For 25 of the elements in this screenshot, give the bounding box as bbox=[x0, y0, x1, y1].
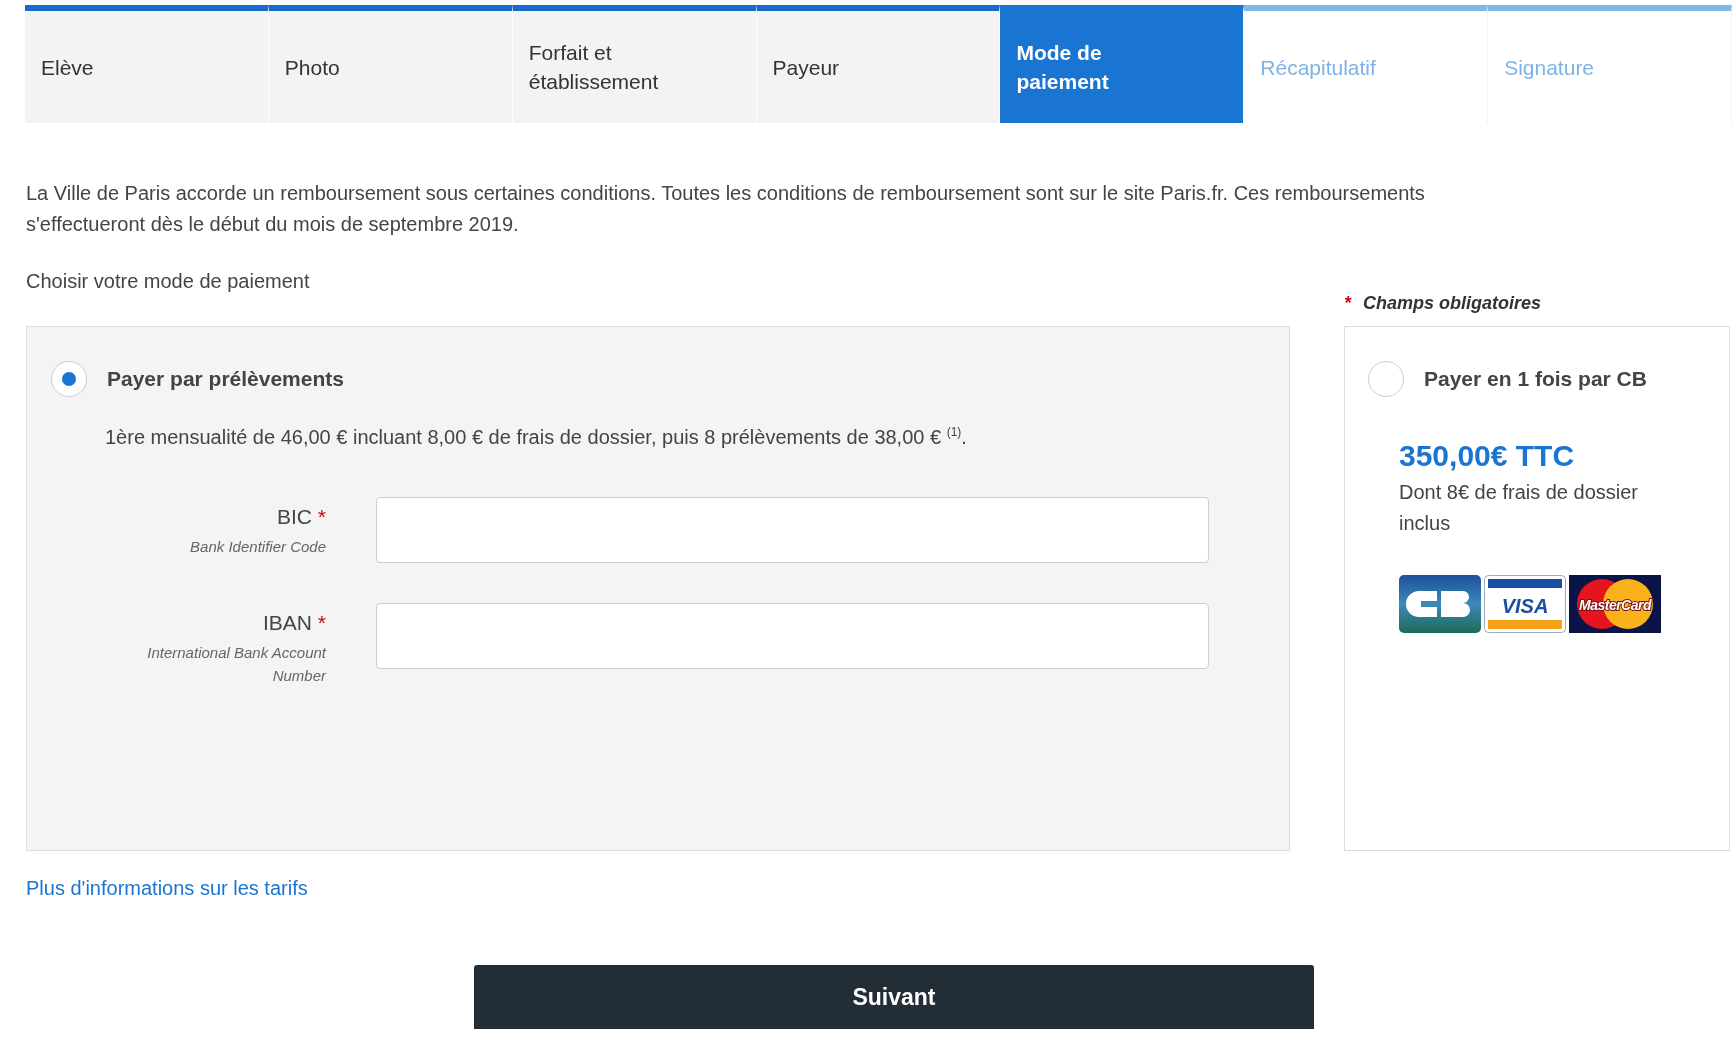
tariffs-link[interactable]: Plus d'informations sur les tarifs bbox=[26, 877, 308, 900]
input-field[interactable] bbox=[376, 602, 1209, 669]
visa-card-logo: VISA bbox=[1484, 575, 1566, 633]
step-tab[interactable]: Photo bbox=[268, 5, 513, 123]
info-paragraph: La Ville de Paris accorde un remboursement sous certaines conditions. Toutes les conditions de remboursement sont sur le site Paris.fr. Ces remboursements s'effectueront dès le début du mois de septembre 2019. bbox=[26, 181, 1426, 237]
radio-button[interactable] bbox=[51, 361, 87, 397]
field-hint: International Bank Account Number bbox=[146, 642, 326, 686]
field-hint: Bank Identifier Code bbox=[189, 536, 326, 557]
radio-button[interactable] bbox=[1368, 361, 1404, 397]
price-note: Dont 8€ de frais de dossier inclus bbox=[1399, 480, 1640, 536]
field-label: BIC * bbox=[276, 503, 326, 529]
field-label: IBAN * bbox=[262, 609, 326, 635]
input-field[interactable] bbox=[376, 496, 1209, 563]
installment-details: 1ère mensualité de 46,00 € incluant 8,00 € de frais de dossier, puis 8 prélèvements de 38,00 € $^{(1)}$. bbox=[105, 425, 968, 449]
step-tab[interactable]: Payeur bbox=[756, 5, 1001, 123]
option-label: Payer par prélèvements bbox=[107, 367, 344, 391]
step-tab[interactable]: Forfait et établissement bbox=[512, 5, 757, 123]
required-note: Champs obligatoires bbox=[1363, 293, 1542, 314]
price-total: 350,00€ TTC bbox=[1399, 439, 1576, 473]
step-tab[interactable]: Mode de paiement bbox=[1000, 5, 1245, 123]
step-tab[interactable]: Elève bbox=[25, 5, 269, 123]
required-asterisk: * bbox=[1344, 293, 1351, 314]
next-button[interactable]: Suivant bbox=[474, 965, 1314, 1029]
option-label: Payer en 1 fois par CB bbox=[1424, 367, 1647, 391]
section-prompt: Choisir votre mode de paiement bbox=[26, 270, 311, 293]
